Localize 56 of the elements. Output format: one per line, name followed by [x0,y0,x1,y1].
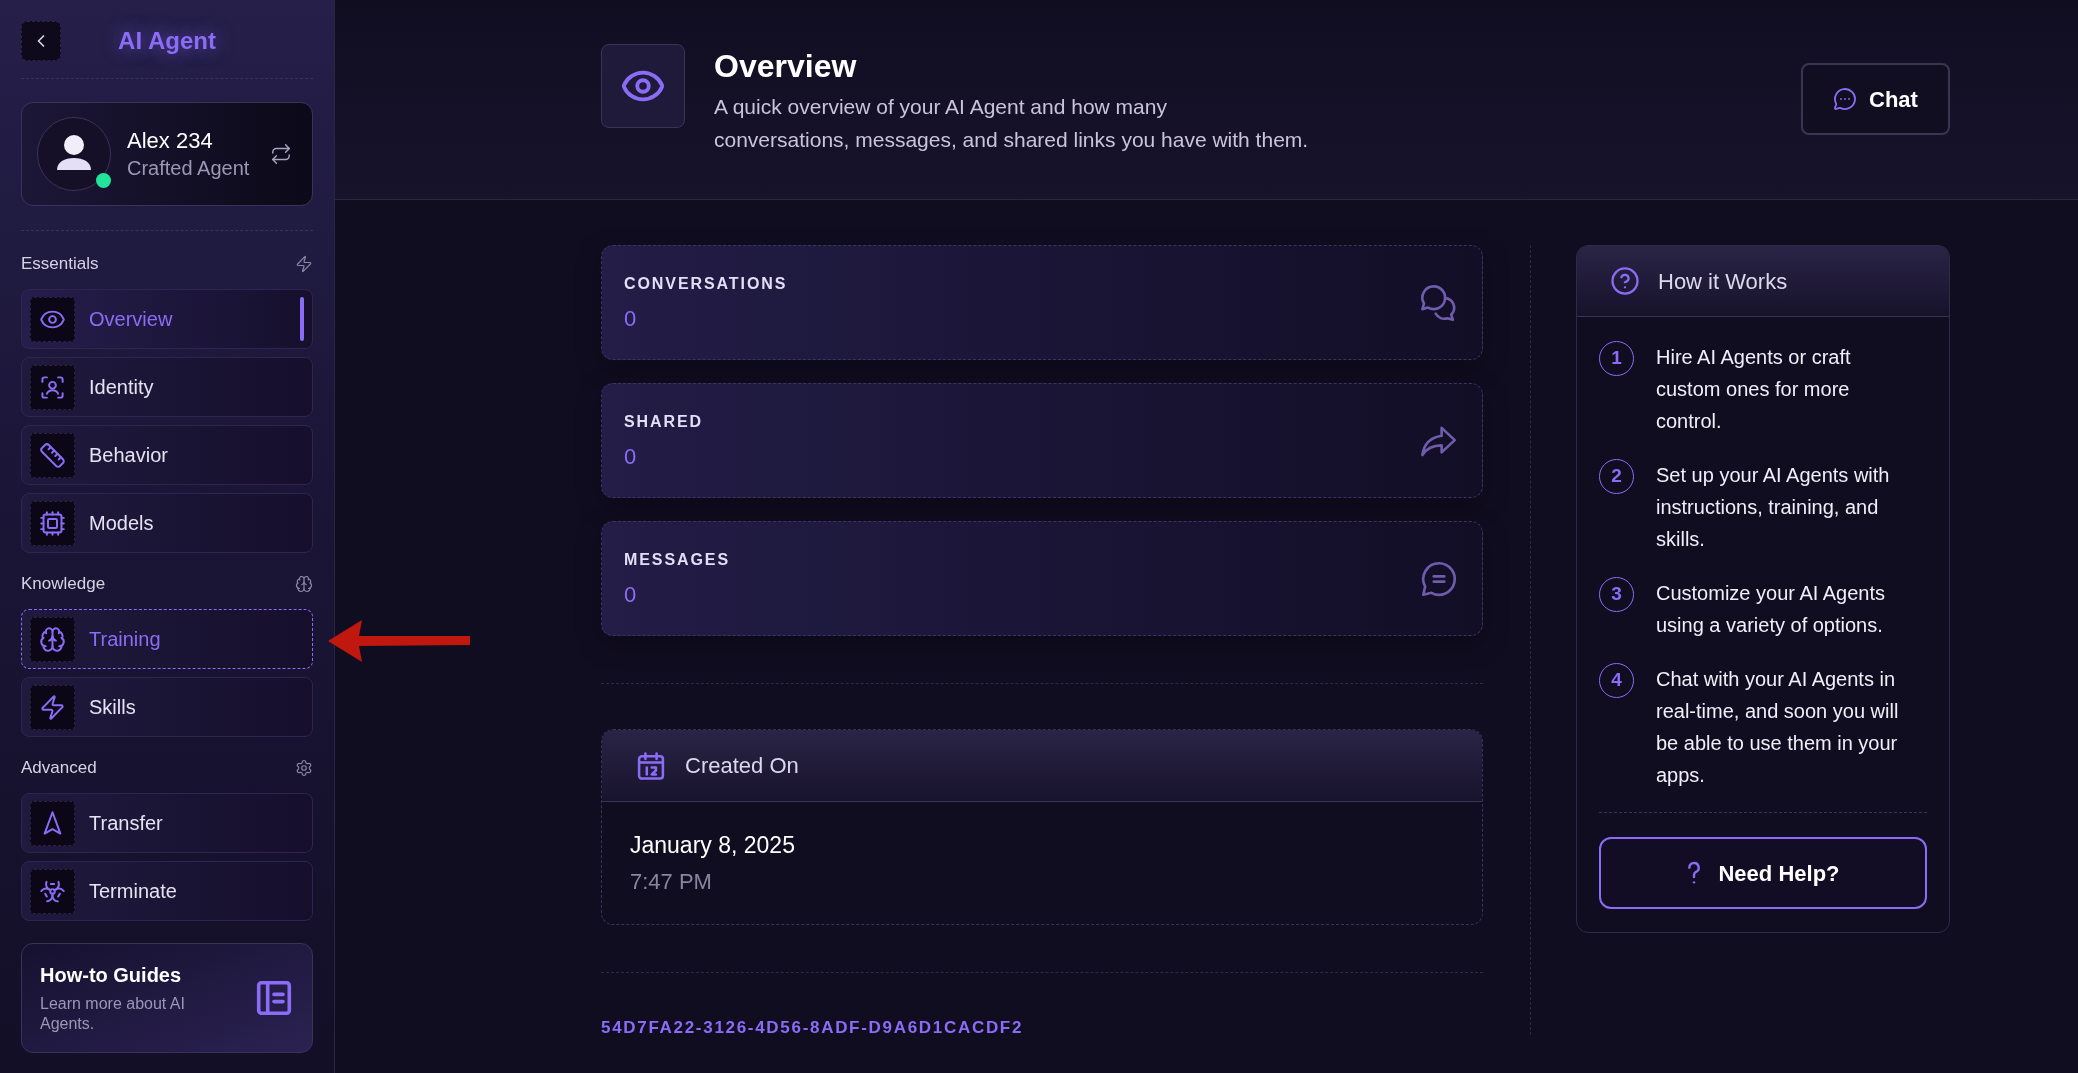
step-text: Chat with your AI Agents in real-time, and soon you will be able to use them in your apps. [1656,667,1900,788]
swap-icon[interactable] [270,143,292,165]
chat-button[interactable]: Chat [1801,63,1950,135]
calendar-icon [637,751,665,780]
step-text: Customize your AI Agents using a variety of options. [1656,581,1886,638]
chip-icon [30,500,75,546]
stat-label: MESSAGES [624,549,731,570]
page-description: A quick overview of your AI Agent and how many conversations, messages, and shared links you have with them. [714,94,1309,153]
card-title: Created On [685,752,799,780]
profile-name: Alex 234 [127,127,213,155]
stat-value: 0 [624,580,637,609]
created-time: 7:47 PM [630,868,712,896]
brain-icon [295,575,313,593]
brain-icon [30,616,75,662]
agent-id: 54D7FA22-3126-4D56-8ADF-D9A6D1CACDF2 [601,1017,1024,1039]
chat-bubble-icon [1833,87,1858,111]
step-text: Hire AI Agents or craft custom ones for more control. [1656,345,1852,434]
lightning-icon [30,684,75,730]
eye-icon [30,296,75,342]
biohazard-icon [30,868,75,914]
stat-value: 0 [624,442,637,471]
nav-item[interactable]: Terminate [21,861,313,921]
nav-item[interactable]: Models [21,493,313,553]
created-date: January 8, 2025 [630,831,795,860]
nav-item[interactable]: Transfer [21,793,313,853]
lightning-icon [295,255,313,273]
guide-text: Learn more about AI Agents. [40,994,186,1034]
eye-icon [601,44,685,128]
person-scan-icon [30,364,75,410]
nav-item[interactable]: Skills [21,677,313,737]
selected-indicator [300,297,304,341]
help-circle-icon [1610,266,1640,296]
pointer-arrow-icon [328,619,470,663]
question-mark-icon [1686,861,1703,885]
sidebar-title: AI Agent [118,26,216,56]
ruler-icon [30,432,75,478]
nav-item[interactable]: Behavior [21,425,313,485]
page-title: Overview [714,47,857,86]
guide-card[interactable]: How-to Guides Learn more about AI Agents. [21,943,313,1053]
stat-label: CONVERSATIONS [624,273,788,294]
section-title: Knowledge [21,573,106,596]
stat-label: SHARED [624,411,704,432]
gear-icon [295,759,313,777]
guide-title: How-to Guides [40,963,182,988]
card-title: How it Works [1658,267,1788,296]
step-text: Set up your AI Agents with instructions, training, and skills. [1656,463,1891,552]
nav-item[interactable]: Training [21,609,313,669]
avatar-icon [37,117,111,191]
nav-item[interactable]: Identity [21,357,313,417]
section-title: Advanced [21,757,97,780]
profile-role: Crafted Agent [127,156,250,181]
section-title: Essentials [21,253,99,276]
nav-item[interactable]: Overview [21,289,313,349]
book-icon [256,980,292,1016]
help-button[interactable]: Need Help? [1599,837,1927,909]
stat-value: 0 [624,304,637,333]
